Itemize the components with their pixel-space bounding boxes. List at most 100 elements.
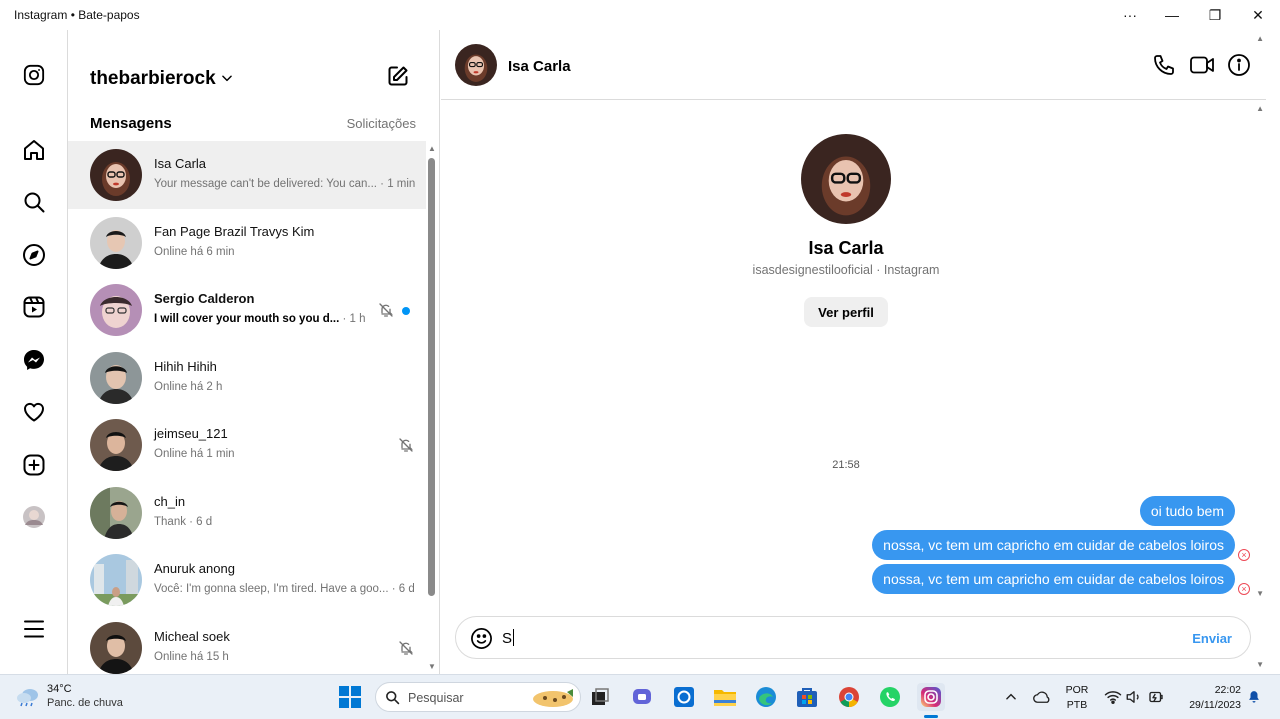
avatar: [90, 621, 142, 674]
conversation-name: Micheal soek: [154, 628, 230, 644]
chrome-icon[interactable]: [835, 683, 863, 711]
video-call-icon[interactable]: [1189, 52, 1215, 78]
active-app-indicator: [924, 715, 938, 718]
close-button[interactable]: ✕: [1237, 0, 1279, 30]
message-bubble[interactable]: nossa, vc tem um capricho em cuidar de c…: [872, 530, 1235, 560]
instagram-icon[interactable]: [20, 61, 48, 89]
taskbar: 34°C Panc. de chuva Pesquisar POR PTB 22…: [0, 674, 1280, 719]
conversation-row[interactable]: Anuruk anong Você: I'm gonna sleep, I'm …: [68, 546, 426, 614]
conversation-preview: I will cover your mouth so you d... · 1 …: [154, 313, 366, 325]
restore-button[interactable]: ❐: [1194, 0, 1236, 30]
scroll-up-arrow-icon[interactable]: ▲: [428, 144, 436, 153]
avatar: [90, 284, 142, 336]
scroll-down-arrow-icon[interactable]: ▼: [1256, 660, 1264, 669]
more-options-button[interactable]: ···: [1109, 0, 1151, 30]
conversation-row[interactable]: Isa Carla Your message can't be delivere…: [68, 141, 426, 209]
muted-bell-icon: [378, 302, 394, 323]
battery-charging-icon[interactable]: [1142, 683, 1170, 711]
messenger-icon[interactable]: [20, 346, 48, 374]
profile-username: isasdesignestilooficial · Instagram: [752, 263, 940, 277]
window-titlebar: Instagram • Bate-papos ··· — ❐ ✕: [0, 0, 1280, 30]
muted-bell-icon: [398, 640, 414, 661]
file-explorer-icon[interactable]: [711, 683, 739, 711]
conversation-row[interactable]: Fan Page Brazil Travys Kim Online há 6 m…: [68, 209, 426, 277]
avatar[interactable]: [455, 44, 497, 86]
info-icon[interactable]: [1226, 52, 1252, 78]
avatar: [90, 554, 142, 606]
conversation-name: ch_in: [154, 493, 186, 509]
conversation-row[interactable]: jeimseu_121 Online há 1 min: [68, 411, 426, 479]
send-failed-icon[interactable]: ×: [1238, 549, 1250, 561]
scroll-up-arrow-icon[interactable]: ▲: [1256, 34, 1264, 43]
chat-contact-name[interactable]: Isa Carla: [508, 58, 571, 75]
chevron-up-icon[interactable]: [997, 683, 1025, 711]
task-view-icon[interactable]: [586, 683, 614, 711]
emoji-icon[interactable]: [470, 627, 493, 655]
new-message-icon[interactable]: [386, 64, 410, 93]
phone-icon[interactable]: [1151, 52, 1177, 78]
conversation-row[interactable]: Hihih Hihih Online há 2 h: [68, 344, 426, 412]
preview-text: I will cover your mouth so you d...: [154, 313, 340, 325]
taskbar-search[interactable]: Pesquisar: [375, 682, 581, 712]
heart-icon[interactable]: [20, 398, 48, 426]
conversation-name: Sergio Calderon: [154, 291, 255, 306]
nav-rail: [0, 30, 68, 674]
notification-bell-icon[interactable]: [1240, 683, 1268, 711]
conversation-list: Isa Carla Your message can't be delivere…: [68, 141, 426, 674]
search-icon[interactable]: [20, 188, 48, 216]
message-input-value: S: [502, 630, 513, 647]
scroll-down-arrow-icon[interactable]: ▼: [428, 662, 436, 671]
scrollbar-thumb[interactable]: [428, 158, 435, 596]
send-failed-icon[interactable]: ×: [1238, 583, 1250, 595]
app-blue-icon[interactable]: [670, 683, 698, 711]
reels-icon[interactable]: [20, 293, 48, 321]
keyboard-layout-indicator[interactable]: PTB: [1062, 699, 1092, 711]
clock-date[interactable]: 29/11/2023: [1175, 699, 1241, 711]
message-input[interactable]: S: [502, 629, 515, 647]
chat-header: Isa Carla: [441, 30, 1266, 100]
account-switcher[interactable]: thebarbierock: [90, 68, 216, 90]
conversation-name: Fan Page Brazil Travys Kim: [154, 223, 315, 239]
weather-temp[interactable]: 34°C: [47, 683, 72, 695]
conversation-row[interactable]: Micheal soek Online há 15 h: [68, 614, 426, 675]
minimize-button[interactable]: —: [1151, 0, 1193, 30]
onedrive-cloud-icon[interactable]: [1028, 683, 1056, 711]
whatsapp-icon[interactable]: [876, 683, 904, 711]
home-icon[interactable]: [20, 136, 48, 164]
scroll-down-arrow-icon[interactable]: ▼: [1256, 589, 1264, 598]
scroll-up-arrow-icon[interactable]: ▲: [1256, 104, 1264, 113]
message-composer[interactable]: S Enviar: [455, 616, 1251, 659]
conversation-row[interactable]: Sergio Calderon I will cover your mouth …: [68, 276, 426, 344]
profile-avatar[interactable]: [801, 134, 891, 224]
instagram-taskbar-icon[interactable]: [917, 683, 945, 711]
view-profile-button[interactable]: Ver perfil: [804, 297, 888, 327]
weather-desc[interactable]: Panc. de chuva: [47, 697, 123, 709]
text-caret: [513, 629, 515, 646]
avatar: [90, 419, 142, 471]
avatar: [90, 216, 142, 269]
explore-icon[interactable]: [20, 241, 48, 269]
language-indicator[interactable]: POR: [1062, 684, 1092, 696]
message-bubble[interactable]: nossa, vc tem um capricho em cuidar de c…: [872, 564, 1235, 594]
message-bubble[interactable]: oi tudo bem: [1139, 496, 1235, 526]
search-placeholder: Pesquisar: [408, 691, 464, 705]
teams-chat-icon[interactable]: [628, 683, 656, 711]
avatar: [90, 149, 142, 201]
conversation-row[interactable]: ch_in Thank · 6 d: [68, 479, 426, 547]
profile-avatar[interactable]: [20, 503, 48, 531]
avatar: [90, 486, 142, 539]
edge-browser-icon[interactable]: [752, 683, 780, 711]
clock-time[interactable]: 22:02: [1175, 684, 1241, 696]
store-icon[interactable]: [793, 683, 821, 711]
windows-start-icon[interactable]: [336, 683, 364, 711]
weather-cloud-icon[interactable]: [14, 683, 42, 711]
create-icon[interactable]: [20, 451, 48, 479]
conversation-name: jeimseu_121: [154, 426, 228, 441]
send-button[interactable]: Enviar: [1192, 631, 1232, 646]
tab-requests[interactable]: Solicitações: [347, 116, 416, 131]
conversation-scrollbar[interactable]: ▲ ▼: [427, 144, 437, 674]
avatar: [90, 351, 142, 404]
tab-messages[interactable]: Mensagens: [90, 115, 172, 132]
chevron-down-icon[interactable]: [220, 71, 234, 90]
menu-icon[interactable]: [20, 615, 48, 643]
